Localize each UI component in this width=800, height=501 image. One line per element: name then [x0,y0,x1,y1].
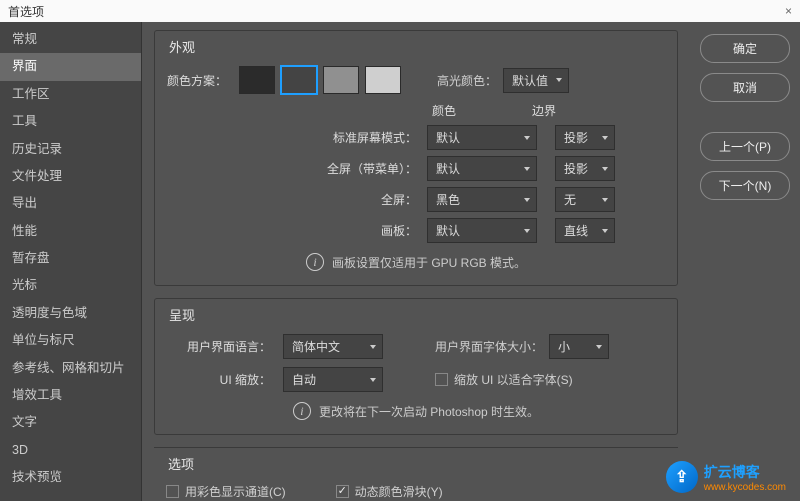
scale-ui-to-font-checkbox[interactable] [435,373,448,386]
color-scheme-swatch[interactable] [365,66,401,94]
color-scheme-swatch[interactable] [239,66,275,94]
column-header-border: 边界 [532,102,556,119]
highlight-color-label: 高光颜色： [437,72,497,89]
sidebar-item[interactable]: 工具 [0,108,141,135]
titlebar: 首选项 × [0,0,800,22]
screen-mode-label: 标准屏幕模式： [167,129,427,146]
screen-mode-border-select[interactable]: 无 [555,187,615,212]
screen-mode-color-select[interactable]: 默认 [427,218,537,243]
content-area: 外观 颜色方案： 高光颜色： 默认值 颜色 边界 标准屏幕模式：默认投影全屏（带… [142,22,690,501]
options-group: 选项 用彩色显示通道(C) 动态颜色滑块(Y) 显示菜单颜色(M) [154,447,678,501]
sidebar-item[interactable]: 常规 [0,26,141,53]
options-title: 选项 [162,454,200,473]
screen-mode-label: 全屏（带菜单）： [167,160,427,177]
color-scheme-swatch[interactable] [281,66,317,94]
sidebar-item[interactable]: 技术预览 [0,464,141,491]
sidebar-item[interactable]: 工作区 [0,81,141,108]
screen-mode-label: 画板： [167,222,427,239]
sidebar-item[interactable]: 增效工具 [0,382,141,409]
ui-font-size-select[interactable]: 小 [549,334,609,359]
scale-ui-to-font-label: 缩放 UI 以适合字体(S) [454,371,573,388]
sidebar-item[interactable]: 文字 [0,409,141,436]
appearance-group: 外观 颜色方案： 高光颜色： 默认值 颜色 边界 标准屏幕模式：默认投影全屏（带… [154,30,678,286]
ui-font-size-label: 用户界面字体大小： [435,338,543,355]
color-scheme-label: 颜色方案： [167,72,233,89]
sidebar-item[interactable]: 光标 [0,272,141,299]
close-icon[interactable]: × [785,4,792,18]
info-icon: i [306,253,324,271]
screen-mode-color-select[interactable]: 默认 [427,156,537,181]
prev-button[interactable]: 上一个(P) [700,132,790,161]
sidebar-item[interactable]: 暂存盘 [0,245,141,272]
screen-mode-row: 全屏（带菜单）：默认投影 [167,156,665,181]
window-title: 首选项 [8,3,44,20]
ui-scale-select[interactable]: 自动 [283,367,383,392]
show-channels-color-label: 用彩色显示通道(C) [185,483,286,500]
ui-language-label: 用户界面语言： [167,338,277,355]
sidebar-item[interactable]: 界面 [0,53,141,80]
next-button[interactable]: 下一个(N) [700,171,790,200]
sidebar-item[interactable]: 历史记录 [0,136,141,163]
presentation-info-text: 更改将在下一次启动 Photoshop 时生效。 [319,403,539,420]
color-scheme-swatch[interactable] [323,66,359,94]
column-header-color: 颜色 [432,102,456,119]
screen-mode-border-select[interactable]: 投影 [555,156,615,181]
appearance-info-text: 画板设置仅适用于 GPU RGB 模式。 [332,254,526,271]
dynamic-color-sliders-checkbox[interactable] [336,485,349,498]
screen-mode-border-select[interactable]: 直线 [555,218,615,243]
ok-button[interactable]: 确定 [700,34,790,63]
show-channels-color-checkbox[interactable] [166,485,179,498]
sidebar-item[interactable]: 3D [0,437,141,464]
dynamic-color-sliders-label: 动态颜色滑块(Y) [355,483,443,500]
screen-mode-color-select[interactable]: 默认 [427,125,537,150]
ui-language-select[interactable]: 简体中文 [283,334,383,359]
info-icon: i [293,402,311,420]
screen-mode-border-select[interactable]: 投影 [555,125,615,150]
appearance-title: 外观 [163,37,201,56]
sidebar: 常规界面工作区工具历史记录文件处理导出性能暂存盘光标透明度与色域单位与标尺参考线… [0,22,142,501]
presentation-title: 呈现 [163,305,201,324]
presentation-group: 呈现 用户界面语言： 简体中文 用户界面字体大小： 小 UI 缩放： 自动 缩放… [154,298,678,435]
sidebar-item[interactable]: 参考线、网格和切片 [0,355,141,382]
screen-mode-row: 画板：默认直线 [167,218,665,243]
cancel-button[interactable]: 取消 [700,73,790,102]
screen-mode-color-select[interactable]: 黑色 [427,187,537,212]
sidebar-item[interactable]: 透明度与色域 [0,300,141,327]
sidebar-item[interactable]: 单位与标尺 [0,327,141,354]
dialog-buttons: 确定 取消 上一个(P) 下一个(N) [690,22,800,501]
screen-mode-row: 标准屏幕模式：默认投影 [167,125,665,150]
sidebar-item[interactable]: 文件处理 [0,163,141,190]
sidebar-item[interactable]: 导出 [0,190,141,217]
ui-scale-label: UI 缩放： [167,371,277,388]
highlight-color-select[interactable]: 默认值 [503,68,569,93]
screen-mode-row: 全屏：黑色无 [167,187,665,212]
sidebar-item[interactable]: 性能 [0,218,141,245]
screen-mode-label: 全屏： [167,191,427,208]
